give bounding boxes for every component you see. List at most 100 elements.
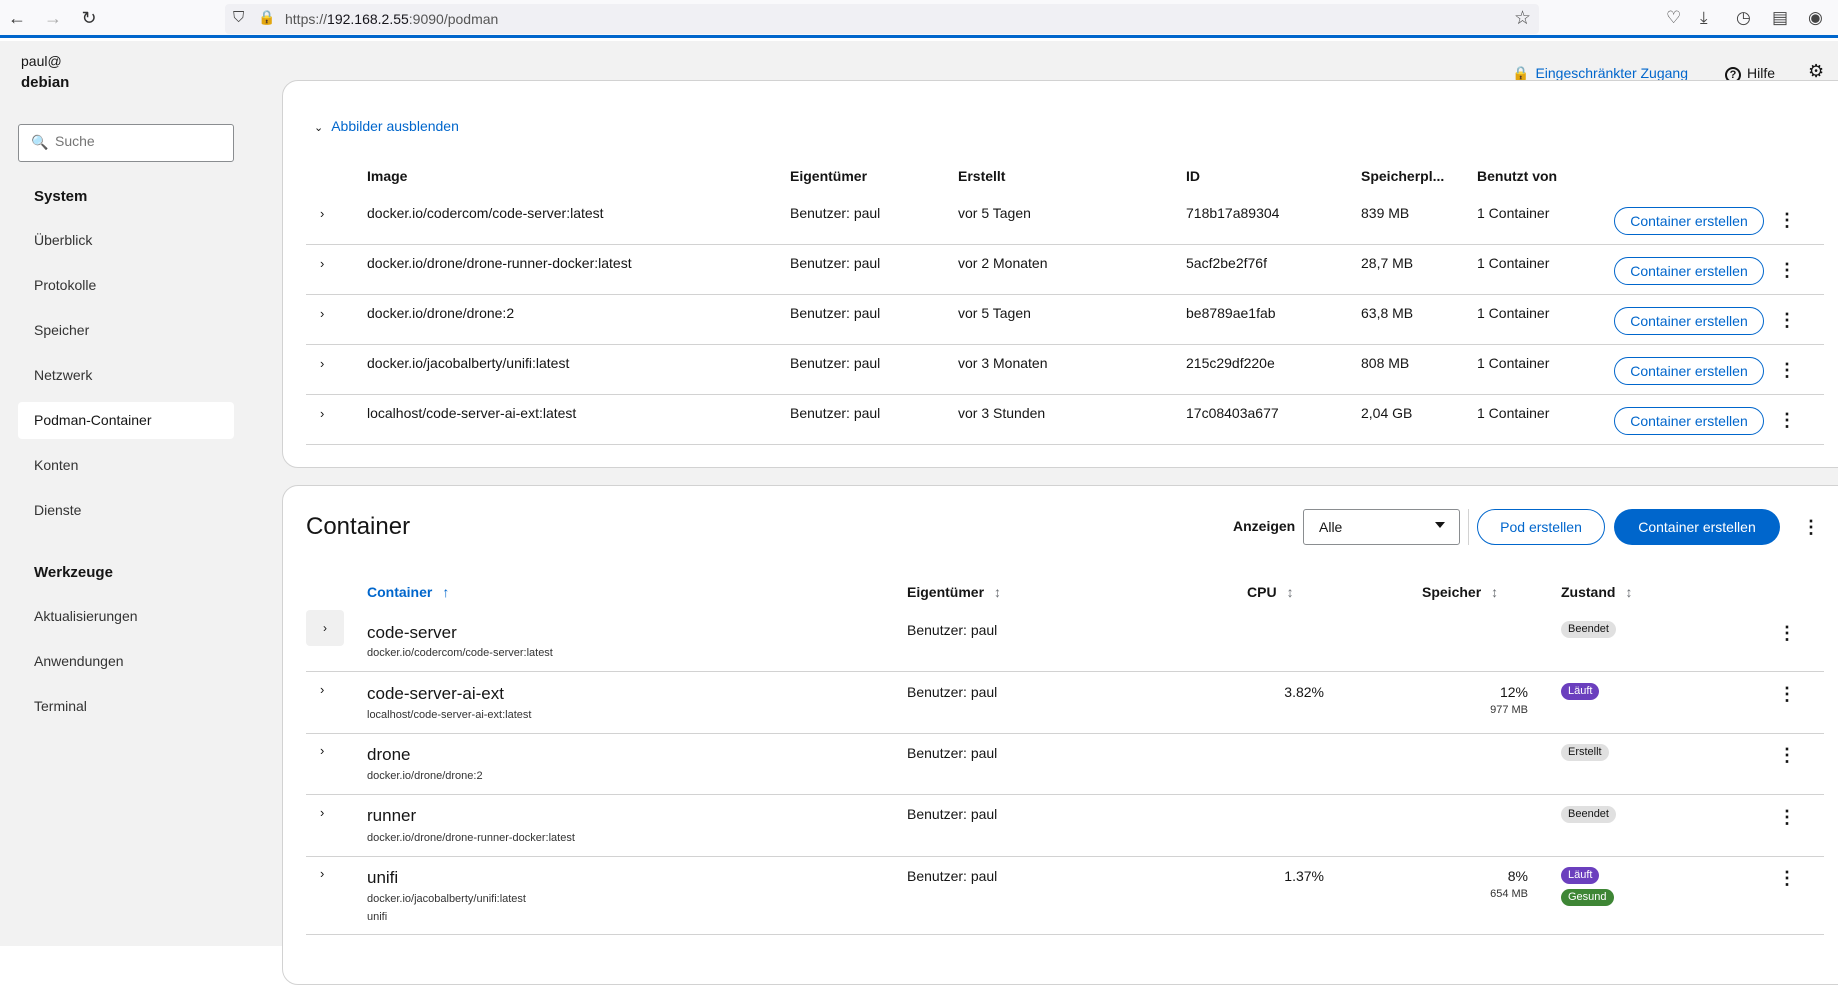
- kebab-menu-icon[interactable]: ⋮: [1778, 361, 1796, 379]
- host-name[interactable]: debian: [21, 74, 69, 91]
- image-id: 5acf2be2f76f: [1186, 255, 1267, 271]
- image-size: 63,8 MB: [1361, 305, 1414, 321]
- expand-chevron-icon[interactable]: ›: [320, 866, 324, 881]
- expand-chevron-icon[interactable]: ›: [320, 805, 324, 820]
- image-created: vor 5 Tagen: [958, 305, 1031, 321]
- container-owner: Benutzer: paul: [907, 806, 998, 822]
- col-memory[interactable]: Speicher ↕: [1422, 584, 1498, 600]
- sidebar-item-applications[interactable]: Anwendungen: [18, 643, 234, 680]
- lock-icon: 🔒: [1512, 65, 1530, 81]
- address-bar[interactable]: ⛉ 🔒 https://192.168.2.55:9090/podman ☆: [225, 4, 1539, 34]
- container-name[interactable]: runner: [367, 806, 416, 826]
- sidebar-item-storage[interactable]: Speicher: [18, 312, 234, 349]
- col-image: Image: [367, 168, 408, 184]
- health-badge: Gesund: [1561, 889, 1614, 906]
- col-cpu[interactable]: CPU ↕: [1247, 584, 1294, 600]
- row-divider: [306, 733, 1824, 734]
- image-owner: Benutzer: paul: [790, 255, 881, 271]
- container-image: docker.io/drone/drone-runner-docker:late…: [367, 832, 575, 844]
- container-name[interactable]: code-server: [367, 623, 457, 643]
- col-used-by: Benutzt von: [1477, 168, 1558, 184]
- image-used-by: 1 Container: [1477, 205, 1550, 221]
- reload-icon[interactable]: ↻: [78, 7, 100, 29]
- sidebar-toggle-icon[interactable]: ▤: [1772, 8, 1788, 28]
- create-container-from-image-button[interactable]: Container erstellen: [1614, 257, 1764, 285]
- image-name: docker.io/drone/drone-runner-docker:late…: [367, 255, 632, 271]
- sidebar-item-updates[interactable]: Aktualisierungen: [18, 598, 234, 635]
- image-created: vor 2 Monaten: [958, 255, 1048, 271]
- sidebar-item-logs[interactable]: Protokolle: [18, 267, 234, 304]
- kebab-menu-icon[interactable]: ⋮: [1778, 211, 1796, 229]
- sidebar-item-services[interactable]: Dienste: [18, 492, 234, 529]
- expand-chevron-icon[interactable]: ›: [306, 610, 344, 646]
- image-owner: Benutzer: paul: [790, 205, 881, 221]
- col-id: ID: [1186, 168, 1200, 184]
- expand-chevron-icon[interactable]: ›: [320, 743, 324, 758]
- sidebar: 🔍 System Überblick Protokolle Speicher N…: [0, 109, 258, 946]
- forward-icon[interactable]: →: [42, 7, 64, 29]
- create-container-from-image-button[interactable]: Container erstellen: [1614, 357, 1764, 385]
- sidebar-item-overview[interactable]: Überblick: [18, 222, 234, 259]
- image-id: 17c08403a677: [1186, 405, 1279, 421]
- sidebar-search[interactable]: 🔍: [18, 124, 234, 162]
- sort-up-icon: ↑: [442, 584, 450, 600]
- kebab-menu-icon[interactable]: ⋮: [1778, 685, 1796, 703]
- history-icon[interactable]: ◷: [1736, 8, 1751, 28]
- sort-icon: ↕: [1491, 584, 1499, 600]
- container-name[interactable]: code-server-ai-ext: [367, 684, 504, 704]
- image-id: 215c29df220e: [1186, 355, 1275, 371]
- container-name[interactable]: drone: [367, 745, 410, 765]
- image-used-by: 1 Container: [1477, 405, 1550, 421]
- create-container-from-image-button[interactable]: Container erstellen: [1614, 407, 1764, 435]
- container-filter-select[interactable]: Alle: [1303, 509, 1460, 545]
- container-image: docker.io/drone/drone:2: [367, 770, 483, 782]
- create-pod-button[interactable]: Pod erstellen: [1477, 509, 1605, 545]
- kebab-menu-icon[interactable]: ⋮: [1778, 624, 1796, 642]
- back-icon[interactable]: ←: [6, 7, 28, 29]
- create-container-button[interactable]: Container erstellen: [1614, 509, 1780, 545]
- create-container-from-image-button[interactable]: Container erstellen: [1614, 207, 1764, 235]
- kebab-menu-icon[interactable]: ⋮: [1778, 746, 1796, 764]
- pocket-icon[interactable]: ♡: [1666, 8, 1681, 28]
- status-badge: Läuft: [1561, 867, 1600, 884]
- expand-chevron-icon[interactable]: ›: [320, 306, 324, 321]
- expand-chevron-icon[interactable]: ›: [320, 682, 324, 697]
- col-state[interactable]: Zustand ↕: [1561, 584, 1632, 600]
- sort-icon: ↕: [1625, 584, 1633, 600]
- kebab-menu-icon[interactable]: ⋮: [1778, 261, 1796, 279]
- expand-chevron-icon[interactable]: ›: [320, 206, 324, 221]
- kebab-menu-icon[interactable]: ⋮: [1802, 518, 1820, 536]
- kebab-menu-icon[interactable]: ⋮: [1778, 311, 1796, 329]
- kebab-menu-icon[interactable]: ⋮: [1778, 869, 1796, 887]
- host-user[interactable]: paul@: [21, 53, 62, 69]
- toolbar-divider: [1468, 509, 1469, 545]
- settings-gear-icon[interactable]: ⚙: [1808, 61, 1824, 82]
- col-container[interactable]: Container ↑: [367, 584, 449, 600]
- kebab-menu-icon[interactable]: ⋮: [1778, 808, 1796, 826]
- caret-down-icon: [1435, 522, 1445, 528]
- image-id: be8789ae1fab: [1186, 305, 1276, 321]
- row-divider: [306, 444, 1824, 445]
- col-owner[interactable]: Eigentümer ↕: [907, 584, 1001, 600]
- lock-icon[interactable]: 🔒: [258, 9, 275, 26]
- search-input[interactable]: [55, 133, 225, 149]
- download-icon[interactable]: ⤓: [1700, 8, 1708, 28]
- account-icon[interactable]: ◉: [1808, 8, 1823, 28]
- image-owner: Benutzer: paul: [790, 305, 881, 321]
- kebab-menu-icon[interactable]: ⋮: [1778, 411, 1796, 429]
- containers-title: Container: [306, 513, 411, 540]
- shield-icon[interactable]: ⛉: [233, 9, 244, 26]
- bookmark-star-icon[interactable]: ☆: [1514, 7, 1531, 30]
- hide-images-toggle[interactable]: ⌄ Abbilder ausblenden: [314, 118, 459, 134]
- sidebar-item-network[interactable]: Netzwerk: [18, 357, 234, 394]
- expand-chevron-icon[interactable]: ›: [320, 256, 324, 271]
- sidebar-item-podman[interactable]: Podman-Container: [18, 402, 234, 439]
- container-name[interactable]: unifi: [367, 868, 398, 888]
- sidebar-item-accounts[interactable]: Konten: [18, 447, 234, 484]
- expand-chevron-icon[interactable]: ›: [320, 406, 324, 421]
- sidebar-item-terminal[interactable]: Terminal: [18, 688, 234, 725]
- url-text[interactable]: https://192.168.2.55:9090/podman: [285, 11, 498, 27]
- container-memory-used: 977 MB: [1490, 704, 1528, 716]
- create-container-from-image-button[interactable]: Container erstellen: [1614, 307, 1764, 335]
- expand-chevron-icon[interactable]: ›: [320, 356, 324, 371]
